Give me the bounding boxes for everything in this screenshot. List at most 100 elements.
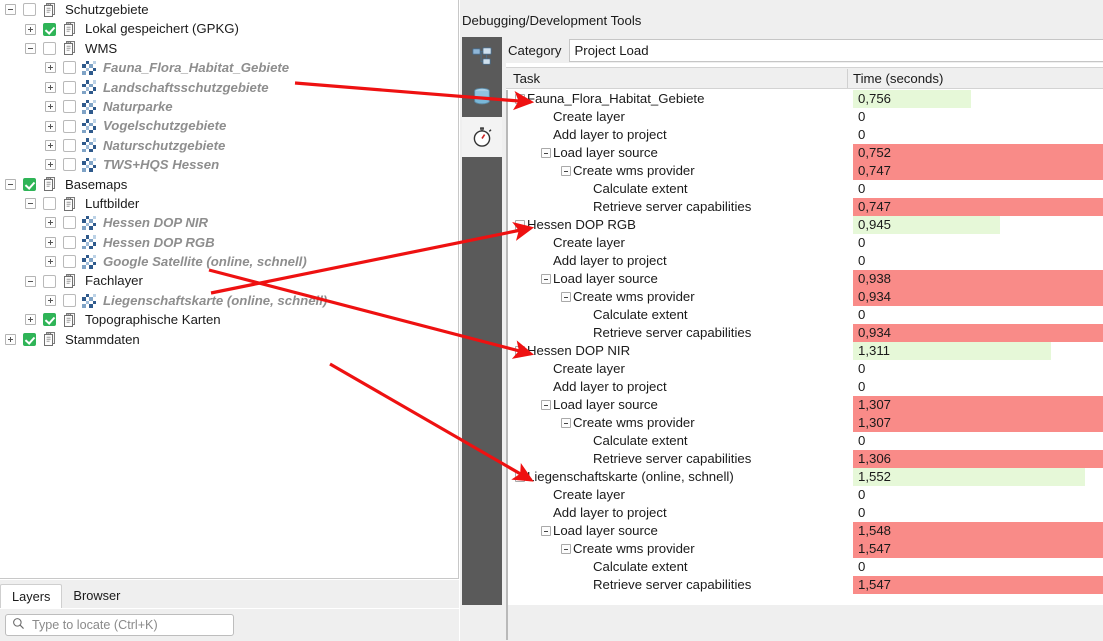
collapse-icon[interactable]: [515, 346, 525, 356]
profiler-task-row[interactable]: Create layer 0: [506, 360, 1103, 378]
collapse-icon[interactable]: [25, 42, 36, 54]
column-divider[interactable]: [847, 69, 848, 88]
layer-visibility-checkbox[interactable]: [63, 138, 76, 152]
category-select[interactable]: Project Load: [568, 38, 1103, 62]
collapse-icon[interactable]: [25, 198, 36, 210]
collapse-icon[interactable]: [25, 275, 36, 287]
expand-icon[interactable]: [25, 23, 36, 35]
layer-visibility-checkbox[interactable]: [63, 255, 76, 269]
expand-icon[interactable]: [45, 120, 56, 132]
profiler-task-row[interactable]: Retrieve server capabilities 0,934: [506, 324, 1103, 342]
layer-visibility-checkbox[interactable]: [43, 274, 56, 288]
layer-tree-row[interactable]: Naturschutzgebiete: [0, 136, 458, 155]
profiler-task-row[interactable]: Add layer to project 0: [506, 252, 1103, 270]
profiler-stopwatch-icon[interactable]: [462, 117, 502, 157]
collapse-icon[interactable]: [541, 400, 551, 410]
database-query-icon[interactable]: [462, 77, 502, 117]
layer-visibility-checkbox[interactable]: [43, 313, 56, 327]
layer-visibility-checkbox[interactable]: [43, 197, 56, 211]
search-input[interactable]: Type to locate (Ctrl+K): [5, 614, 234, 636]
profiler-task-row[interactable]: Retrieve server capabilities 0,747: [506, 198, 1103, 216]
profiler-task-row[interactable]: Calculate extent 0: [506, 432, 1103, 450]
collapse-icon[interactable]: [515, 94, 525, 104]
expand-icon[interactable]: [45, 101, 56, 113]
profiler-task-row[interactable]: Calculate extent 0: [506, 306, 1103, 324]
expand-icon[interactable]: [45, 236, 56, 248]
expand-icon[interactable]: [45, 256, 56, 268]
layer-visibility-checkbox[interactable]: [63, 119, 76, 133]
expand-icon[interactable]: [45, 62, 56, 74]
panel-tab-layers[interactable]: Layers: [0, 584, 63, 608]
collapse-icon[interactable]: [541, 274, 551, 284]
profiler-task-row[interactable]: Load layer source 0,752: [506, 144, 1103, 162]
profiler-task-row[interactable]: Create wms provider 1,307: [506, 414, 1103, 432]
collapse-icon[interactable]: [561, 544, 571, 554]
collapse-icon[interactable]: [5, 4, 16, 16]
layer-visibility-checkbox[interactable]: [63, 100, 76, 114]
column-header-time[interactable]: Time (seconds): [853, 68, 943, 89]
layer-visibility-checkbox[interactable]: [63, 294, 76, 308]
profiler-task-row[interactable]: Load layer source 1,307: [506, 396, 1103, 414]
layer-tree-row[interactable]: Luftbilder: [0, 194, 458, 213]
profiler-task-row[interactable]: Create wms provider 1,547: [506, 540, 1103, 558]
profiler-task-row[interactable]: Create layer 0: [506, 486, 1103, 504]
layer-visibility-checkbox[interactable]: [43, 22, 56, 36]
layer-tree-row[interactable]: Vogelschutzgebiete: [0, 116, 458, 135]
layer-visibility-checkbox[interactable]: [43, 41, 56, 55]
column-header-task[interactable]: Task: [513, 68, 540, 89]
profiler-task-row[interactable]: Create wms provider 0,747: [506, 162, 1103, 180]
expand-icon[interactable]: [45, 81, 56, 93]
profiler-task-row[interactable]: Fauna_Flora_Habitat_Gebiete 0,756: [506, 90, 1103, 108]
expand-icon[interactable]: [45, 159, 56, 171]
profiler-task-row[interactable]: Load layer source 0,938: [506, 270, 1103, 288]
collapse-icon[interactable]: [561, 166, 571, 176]
layer-visibility-checkbox[interactable]: [63, 235, 76, 249]
expand-icon[interactable]: [45, 295, 56, 307]
profiler-task-row[interactable]: Liegenschaftskarte (online, schnell) 1,55…: [506, 468, 1103, 486]
collapse-icon[interactable]: [561, 418, 571, 428]
expand-icon[interactable]: [25, 314, 36, 326]
layer-tree-row[interactable]: Hessen DOP RGB: [0, 233, 458, 252]
layer-tree-row[interactable]: Hessen DOP NIR: [0, 213, 458, 232]
layer-tree-row[interactable]: Topographische Karten: [0, 310, 458, 329]
collapse-icon[interactable]: [5, 178, 16, 190]
profiler-task-tree[interactable]: Fauna_Flora_Habitat_Gebiete 0,756 Create l…: [506, 90, 1103, 640]
profiler-task-row[interactable]: Calculate extent 0: [506, 180, 1103, 198]
profiler-task-row[interactable]: Calculate extent 0: [506, 558, 1103, 576]
profiler-task-row[interactable]: Create wms provider 0,934: [506, 288, 1103, 306]
collapse-icon[interactable]: [561, 292, 571, 302]
layer-tree-row[interactable]: Lokal gespeichert (GPKG): [0, 19, 458, 38]
layer-visibility-checkbox[interactable]: [23, 3, 36, 17]
layer-tree-row[interactable]: Fauna_Flora_Habitat_Gebiete: [0, 58, 458, 77]
layer-visibility-checkbox[interactable]: [63, 158, 76, 172]
collapse-icon[interactable]: [515, 472, 525, 482]
collapse-icon[interactable]: [541, 526, 551, 536]
profiler-task-row[interactable]: Add layer to project 0: [506, 126, 1103, 144]
profiler-task-row[interactable]: Retrieve server capabilities 1,306: [506, 450, 1103, 468]
panel-tab-browser[interactable]: Browser: [62, 584, 132, 608]
layer-tree-row[interactable]: Schutzgebiete: [0, 0, 458, 19]
collapse-icon[interactable]: [541, 148, 551, 158]
profiler-task-row[interactable]: Create layer 0: [506, 234, 1103, 252]
network-logger-icon[interactable]: [462, 37, 502, 77]
layer-tree-row[interactable]: WMS: [0, 39, 458, 58]
layer-tree-row[interactable]: Fachlayer: [0, 271, 458, 290]
profiler-task-row[interactable]: Hessen DOP NIR 1,311: [506, 342, 1103, 360]
profiler-task-row[interactable]: Retrieve server capabilities 1,547: [506, 576, 1103, 594]
profiler-task-row[interactable]: Add layer to project 0: [506, 378, 1103, 396]
layer-tree-row[interactable]: Liegenschaftskarte (online, schnell): [0, 291, 458, 310]
layer-visibility-checkbox[interactable]: [63, 80, 76, 94]
profiler-task-row[interactable]: Load layer source 1,548: [506, 522, 1103, 540]
expand-icon[interactable]: [5, 333, 16, 345]
collapse-icon[interactable]: [515, 220, 525, 230]
expand-icon[interactable]: [45, 217, 56, 229]
expand-icon[interactable]: [45, 139, 56, 151]
layer-tree-row[interactable]: Stammdaten: [0, 330, 458, 349]
layer-visibility-checkbox[interactable]: [63, 61, 76, 75]
layer-visibility-checkbox[interactable]: [23, 332, 36, 346]
layer-tree[interactable]: Schutzgebiete Lokal gespeichert (GPKG) WMS…: [0, 0, 459, 579]
layer-tree-row[interactable]: Basemaps: [0, 175, 458, 194]
layer-visibility-checkbox[interactable]: [23, 177, 36, 191]
layer-tree-row[interactable]: Google Satellite (online, schnell): [0, 252, 458, 271]
layer-tree-row[interactable]: TWS+HQS Hessen: [0, 155, 458, 174]
